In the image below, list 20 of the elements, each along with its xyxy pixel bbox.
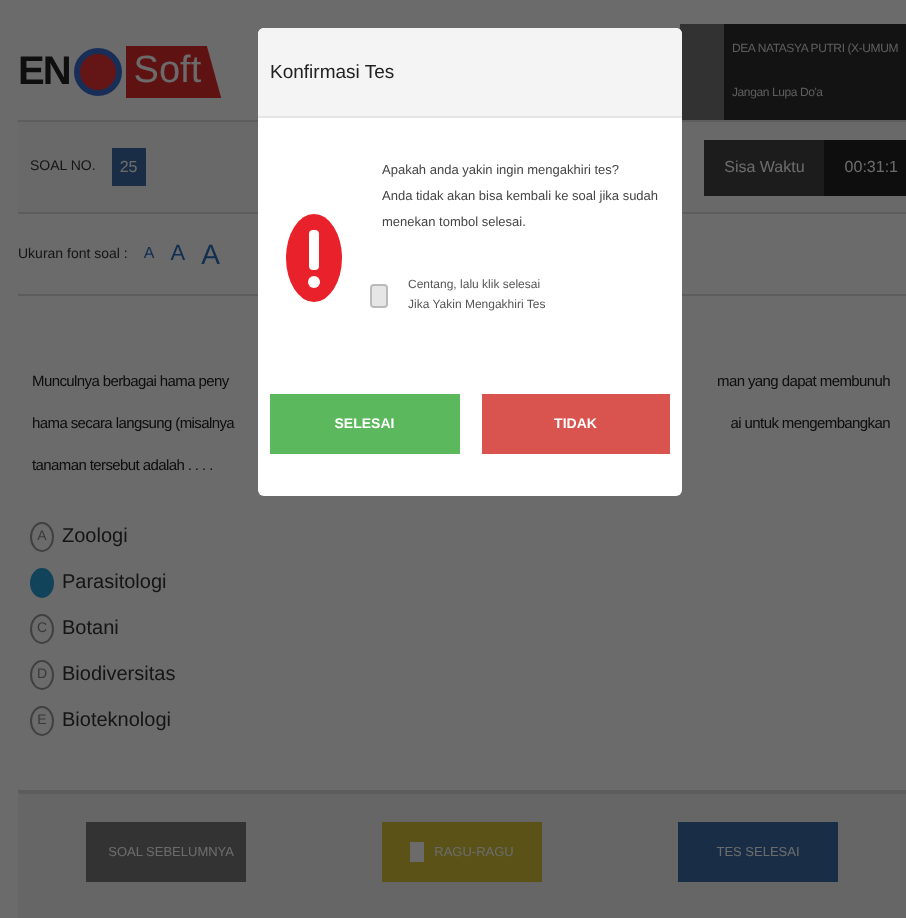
square-icon (410, 842, 425, 862)
dialog-title: Konfirmasi Tes (270, 61, 395, 83)
logo-text: EN (18, 49, 70, 95)
logo-mark-icon (73, 48, 122, 96)
confirm-checkbox[interactable] (370, 284, 388, 308)
answer-label: Bioteknologi (62, 710, 171, 732)
time-value: 00:31:1 (824, 139, 906, 195)
question-number: 25 (111, 148, 146, 186)
font-size-option[interactable]: A (201, 240, 220, 268)
font-size-option[interactable]: A (170, 243, 186, 265)
answer-label: Parasitologi (62, 572, 167, 594)
font-size-option[interactable]: A (143, 246, 155, 262)
logo-text: Soft (125, 46, 222, 98)
answer-radio[interactable] (30, 568, 54, 598)
warning-icon (286, 214, 342, 302)
photo-placeholder (680, 24, 724, 120)
answer-label: Zoologi (62, 526, 128, 548)
time-label: Sisa Waktu (704, 139, 825, 195)
answer-label: Botani (62, 618, 119, 640)
answer-label: Biodiversitas (62, 664, 176, 686)
